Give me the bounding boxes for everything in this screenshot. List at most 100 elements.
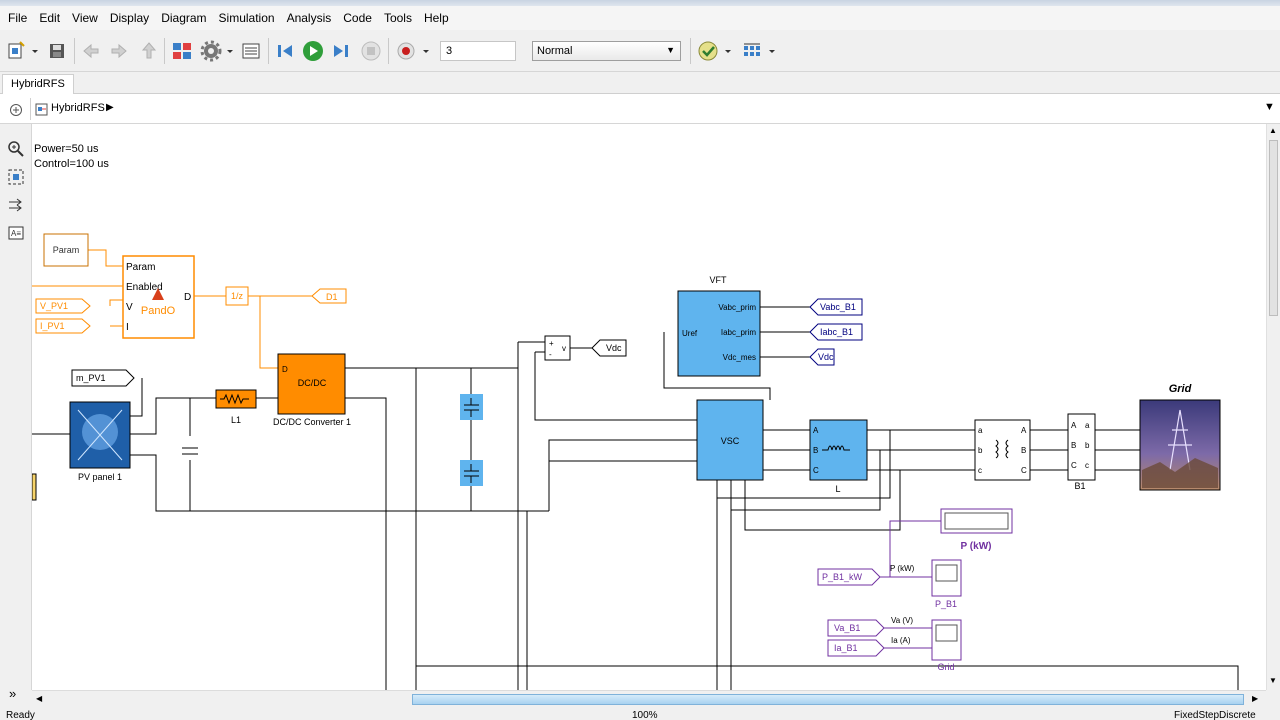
save-icon[interactable]	[46, 39, 68, 63]
breadcrumb-arrow-icon[interactable]: ▶	[106, 102, 114, 113]
dcdc-name: DC/DC Converter 1	[273, 417, 351, 427]
goto-d1[interactable]: D1	[311, 288, 347, 304]
menu-analysis[interactable]: Analysis	[281, 6, 338, 30]
new-dropdown-icon[interactable]	[30, 39, 40, 63]
record-icon[interactable]	[395, 39, 417, 63]
menu-display[interactable]: Display	[104, 6, 155, 30]
new-model-icon[interactable]	[6, 39, 28, 63]
model-explorer-icon[interactable]	[240, 39, 262, 63]
b1-bus-block[interactable]: A B C a b c B1	[1067, 413, 1096, 491]
simulation-mode-value: Normal	[537, 45, 573, 57]
from-iabc-b1-label: Iabc_B1	[820, 327, 853, 337]
hide-browser-icon[interactable]	[9, 103, 23, 117]
menu-tools[interactable]: Tools	[378, 6, 418, 30]
l-filter-block[interactable]: A B C L	[809, 419, 868, 494]
dcdc-converter-block[interactable]: DC/DC D DC/DC Converter 1	[273, 353, 351, 427]
build-dropdown-icon[interactable]	[767, 39, 777, 63]
horizontal-scroll-thumb[interactable]	[412, 694, 1244, 705]
tab-hybridrfs[interactable]: HybridRFS	[2, 74, 74, 95]
grid-source-block[interactable]	[1139, 399, 1221, 491]
vft-block[interactable]: Uref Vabc_prim Iabc_prim Vdc_mes	[677, 290, 761, 377]
from-ia-b1[interactable]: Ia_B1	[827, 639, 885, 657]
breadcrumb-model[interactable]: HybridRFS	[51, 102, 105, 114]
from-p-b1-kw[interactable]: P_B1_kW	[817, 568, 881, 586]
from-va-b1[interactable]: Va_B1	[827, 619, 885, 637]
signal-ia: Ia (A)	[891, 636, 911, 645]
from-v-pv1-label: V_PV1	[40, 301, 68, 311]
arrow-route-icon[interactable]	[7, 196, 25, 214]
step-forward-icon[interactable]	[330, 39, 352, 63]
p-kw-display-block[interactable]: P (kW)	[940, 508, 1013, 552]
sum-block[interactable]: + - v	[544, 335, 571, 361]
menu-simulation[interactable]: Simulation	[213, 6, 281, 30]
pando-block[interactable]: Param Enabled V I D PandO	[122, 255, 195, 339]
scope-p-b1[interactable]: P_B1	[931, 559, 962, 609]
from-i-pv1[interactable]: I_PV1	[35, 318, 91, 334]
goto-m-pv1-label: m_PV1	[76, 373, 106, 383]
sum-plus: +	[549, 339, 554, 348]
dc-capacitor-2[interactable]	[460, 460, 483, 486]
dcdc-label: DC/DC	[298, 378, 327, 388]
annotation-icon[interactable]: A≡	[7, 224, 25, 242]
l1-inductor-block[interactable]: L1	[215, 389, 257, 425]
horizontal-scrollbar[interactable]: ◀ ▶	[32, 690, 1266, 708]
scroll-right-icon[interactable]: ▶	[1252, 694, 1258, 703]
settings-gear-icon[interactable]	[200, 39, 222, 63]
up-icon[interactable]	[138, 39, 160, 63]
menu-file[interactable]: File	[2, 6, 33, 30]
scroll-down-icon[interactable]: ▼	[1269, 676, 1277, 685]
advisor-dropdown-icon[interactable]	[723, 39, 733, 63]
unit-delay-block[interactable]: 1/z	[225, 286, 249, 306]
stop-icon[interactable]	[360, 39, 382, 63]
from-v-pv1[interactable]: V_PV1	[35, 298, 91, 314]
b1-port-A: A	[1071, 421, 1077, 430]
goto-vdc[interactable]: Vdc	[591, 339, 627, 357]
menu-edit[interactable]: Edit	[33, 6, 66, 30]
address-dropdown-icon[interactable]: ▼	[1264, 101, 1275, 113]
input-capacitor[interactable]	[182, 447, 198, 455]
offscreen-block-edge[interactable]	[32, 473, 37, 501]
step-back-icon[interactable]	[274, 39, 296, 63]
settings-dropdown-icon[interactable]	[225, 39, 235, 63]
vertical-scrollbar[interactable]: ▲ ▼	[1266, 124, 1280, 690]
vsc-block[interactable]: VSC	[696, 399, 764, 481]
stop-time-input[interactable]: 3	[440, 41, 516, 61]
param-block[interactable]: Param	[43, 233, 89, 267]
from-iabc-b1[interactable]: Iabc_B1	[809, 323, 863, 341]
back-icon[interactable]	[80, 39, 102, 63]
model-canvas[interactable]: Power=50 us Control=100 us Param Param E…	[32, 124, 1266, 690]
fit-view-icon[interactable]	[7, 168, 25, 186]
expand-palette-icon[interactable]: »	[9, 686, 16, 701]
b1-port-b: b	[1085, 441, 1090, 450]
build-grid-icon[interactable]	[741, 39, 765, 63]
transformer-block[interactable]: a b c A B C	[974, 419, 1031, 481]
l-port-b: B	[813, 446, 818, 455]
record-dropdown-icon[interactable]	[421, 39, 431, 63]
menu-code[interactable]: Code	[337, 6, 378, 30]
menu-diagram[interactable]: Diagram	[155, 6, 212, 30]
pv-panel-block[interactable]: PV panel 1	[69, 401, 131, 482]
vsc-label: VSC	[721, 436, 740, 446]
vft-port3: Vdc_mes	[723, 353, 756, 362]
svg-text:A≡: A≡	[11, 229, 21, 238]
annotation-power: Power=50 us	[34, 143, 99, 155]
menu-help[interactable]: Help	[418, 6, 455, 30]
model-advisor-check-icon[interactable]	[697, 39, 719, 63]
vft-title: VFT	[710, 275, 728, 285]
from-p-b1-kw-label: P_B1_kW	[822, 572, 863, 582]
scroll-left-icon[interactable]: ◀	[36, 694, 42, 703]
vertical-scroll-thumb[interactable]	[1269, 140, 1278, 316]
run-icon[interactable]	[301, 39, 325, 63]
library-browser-icon[interactable]	[170, 39, 194, 63]
scroll-up-icon[interactable]: ▲	[1269, 126, 1277, 135]
b1-port-c: c	[1085, 461, 1089, 470]
scope-grid[interactable]: Grid	[931, 619, 962, 672]
menu-view[interactable]: View	[66, 6, 104, 30]
from-vabc-b1[interactable]: Vabc_B1	[809, 298, 863, 316]
goto-m-pv1[interactable]: m_PV1	[71, 369, 135, 387]
zoom-icon[interactable]	[7, 140, 25, 158]
forward-icon[interactable]	[108, 39, 130, 63]
from-vdc[interactable]: Vdc	[809, 348, 835, 366]
dc-capacitor-1[interactable]	[460, 394, 483, 420]
simulation-mode-select[interactable]: Normal ▼	[532, 41, 681, 61]
